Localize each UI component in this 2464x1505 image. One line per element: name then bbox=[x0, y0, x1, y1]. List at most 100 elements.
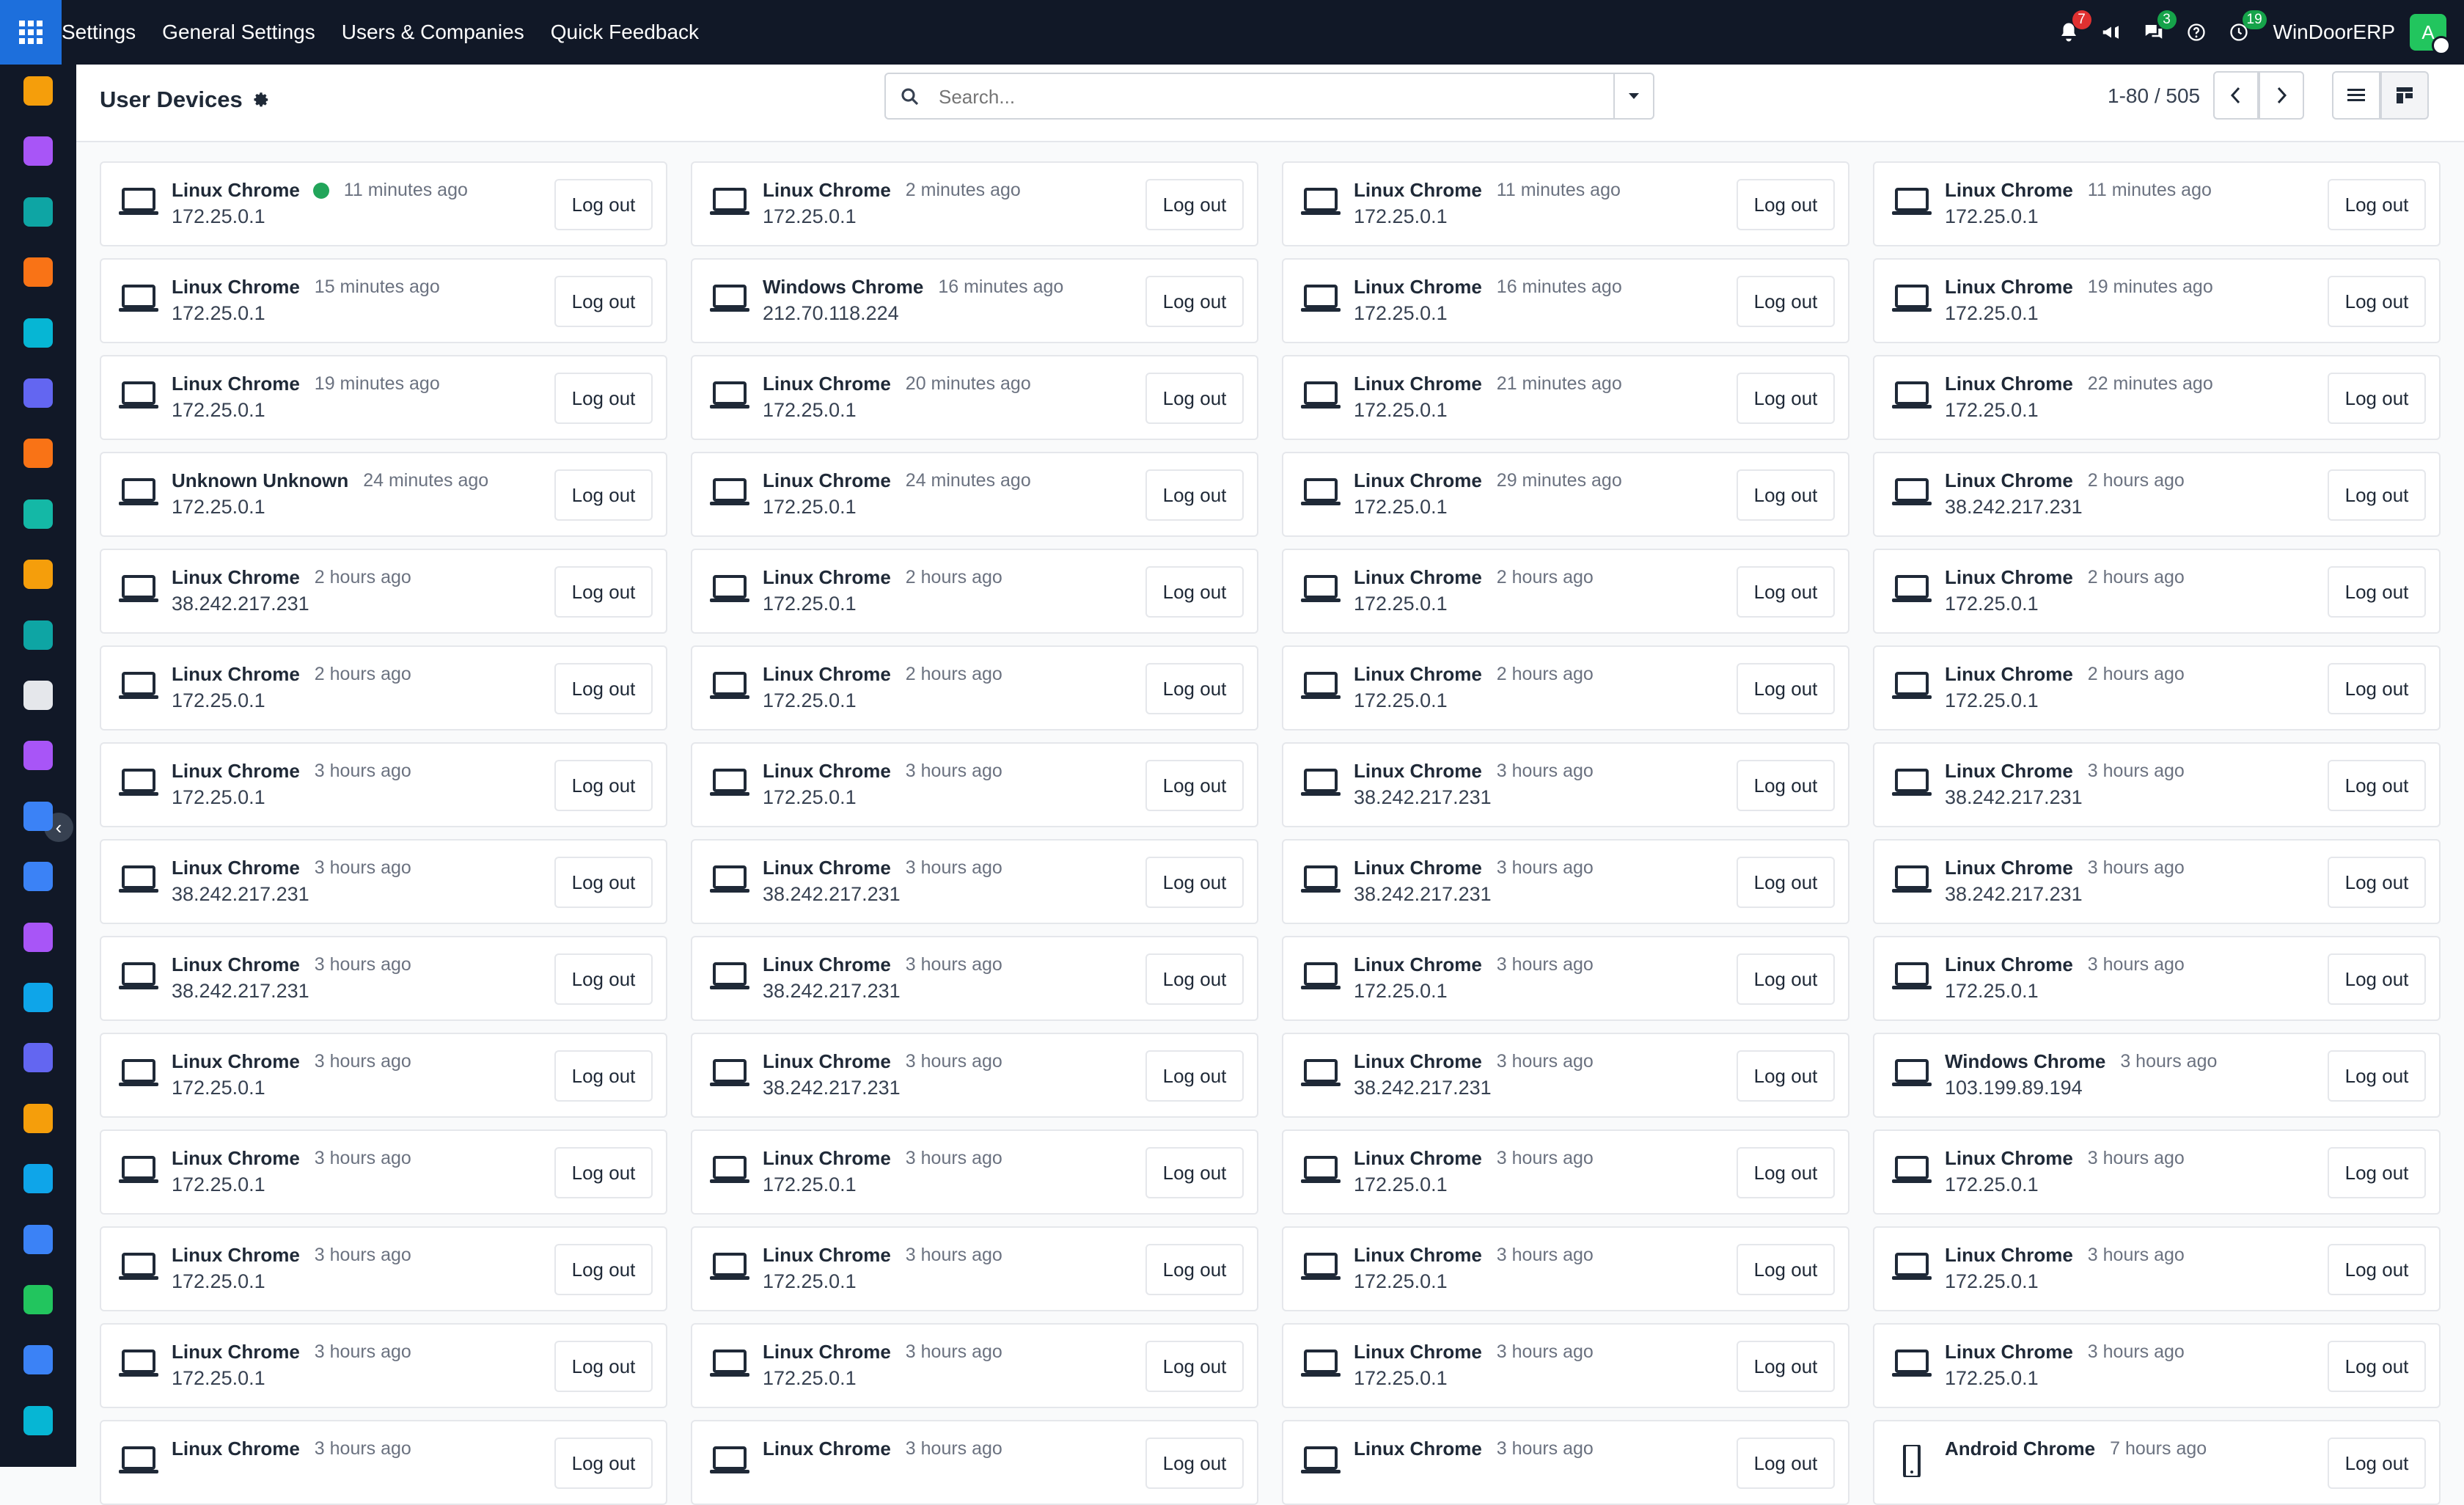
activity-button[interactable]: 19 bbox=[2218, 0, 2267, 65]
device-card[interactable]: Linux Chrome 3 hours ago 172.25.0.1 Log out bbox=[1282, 1226, 1849, 1311]
logout-button[interactable]: Log out bbox=[1145, 276, 1244, 327]
kanban-view-button[interactable] bbox=[2380, 71, 2429, 120]
logout-button[interactable]: Log out bbox=[554, 373, 653, 424]
menu-quick-feedback[interactable]: Quick Feedback bbox=[551, 21, 699, 44]
calendar-icon[interactable] bbox=[23, 1103, 53, 1133]
logout-button[interactable]: Log out bbox=[554, 1341, 653, 1392]
device-card[interactable]: Linux Chrome 2 hours ago 172.25.0.1 Log out bbox=[1282, 645, 1849, 730]
search-input[interactable] bbox=[937, 81, 1571, 112]
logout-button[interactable]: Log out bbox=[2328, 276, 2426, 327]
logout-button[interactable]: Log out bbox=[2328, 1244, 2426, 1295]
link-icon[interactable] bbox=[23, 318, 53, 348]
chat-icon[interactable] bbox=[23, 439, 53, 469]
device-card[interactable]: Linux Chrome 3 hours ago 172.25.0.1 Log out bbox=[1873, 936, 2441, 1021]
device-card[interactable]: Linux Chrome 3 hours ago Log out bbox=[1282, 1420, 1849, 1505]
logout-button[interactable]: Log out bbox=[554, 953, 653, 1005]
logout-button[interactable]: Log out bbox=[2328, 373, 2426, 424]
team-icon[interactable] bbox=[23, 1043, 53, 1073]
logout-button[interactable]: Log out bbox=[1145, 1244, 1244, 1295]
inventory-icon[interactable] bbox=[23, 499, 53, 529]
logout-button[interactable]: Log out bbox=[554, 276, 653, 327]
device-card[interactable]: Linux Chrome 3 hours ago 172.25.0.1 Log out bbox=[1873, 1129, 2441, 1215]
device-card[interactable]: Linux Chrome 19 minutes ago 172.25.0.1 Log … bbox=[100, 355, 667, 440]
device-card[interactable]: Linux Chrome 3 hours ago 38.242.217.231 Log… bbox=[1873, 742, 2441, 827]
product-icon[interactable] bbox=[23, 922, 53, 952]
device-card[interactable]: Linux Chrome 2 hours ago 172.25.0.1 Log out bbox=[1873, 645, 2441, 730]
logout-button[interactable]: Log out bbox=[554, 1438, 653, 1489]
device-card[interactable]: Linux Chrome 3 hours ago 38.242.217.231 Log… bbox=[691, 936, 1258, 1021]
logout-button[interactable]: Log out bbox=[1145, 179, 1244, 230]
device-card[interactable]: Linux Chrome 3 hours ago 172.25.0.1 Log out bbox=[100, 1226, 667, 1311]
device-card[interactable]: Linux Chrome 3 hours ago 172.25.0.1 Log out bbox=[100, 1323, 667, 1408]
search-options-toggle[interactable] bbox=[1613, 74, 1653, 118]
logout-button[interactable]: Log out bbox=[2328, 953, 2426, 1005]
discuss-icon[interactable] bbox=[23, 257, 53, 288]
package-icon[interactable] bbox=[23, 681, 53, 710]
logout-button[interactable]: Log out bbox=[2328, 1050, 2426, 1102]
logout-button[interactable]: Log out bbox=[1737, 1438, 1835, 1489]
device-card[interactable]: Linux Chrome 24 minutes ago 172.25.0.1 Log … bbox=[691, 452, 1258, 537]
logout-button[interactable]: Log out bbox=[1737, 1050, 1835, 1102]
app-menu-button[interactable] bbox=[0, 0, 62, 65]
logout-button[interactable]: Log out bbox=[1737, 469, 1835, 521]
device-card[interactable]: Linux Chrome 3 hours ago 172.25.0.1 Log out bbox=[691, 1323, 1258, 1408]
logout-button[interactable]: Log out bbox=[1737, 663, 1835, 714]
device-card[interactable]: Linux Chrome 3 hours ago 38.242.217.231 Log… bbox=[691, 1033, 1258, 1118]
device-card[interactable]: Linux Chrome 3 hours ago 172.25.0.1 Log out bbox=[1282, 1323, 1849, 1408]
logout-button[interactable]: Log out bbox=[2328, 179, 2426, 230]
logout-button[interactable]: Log out bbox=[1145, 1341, 1244, 1392]
device-card[interactable]: Linux Chrome 2 hours ago 172.25.0.1 Log out bbox=[100, 645, 667, 730]
logout-button[interactable]: Log out bbox=[1737, 1341, 1835, 1392]
device-card[interactable]: Linux Chrome 3 hours ago 38.242.217.231 Log… bbox=[100, 936, 667, 1021]
logout-button[interactable]: Log out bbox=[1737, 953, 1835, 1005]
announcements-button[interactable] bbox=[2090, 0, 2133, 65]
sync-icon[interactable] bbox=[23, 1405, 53, 1435]
device-card[interactable]: Linux Chrome 3 hours ago 38.242.217.231 Log… bbox=[100, 839, 667, 924]
sign-icon[interactable] bbox=[23, 1164, 53, 1194]
logout-button[interactable]: Log out bbox=[1145, 1050, 1244, 1102]
logout-button[interactable]: Log out bbox=[554, 857, 653, 908]
device-card[interactable]: Linux Chrome 3 hours ago 172.25.0.1 Log out bbox=[1282, 1129, 1849, 1215]
logout-button[interactable]: Log out bbox=[1737, 1244, 1835, 1295]
device-card[interactable]: Linux Chrome 11 minutes ago 172.25.0.1 Log … bbox=[100, 161, 667, 246]
helpdesk-icon[interactable] bbox=[23, 862, 53, 892]
logout-button[interactable]: Log out bbox=[554, 469, 653, 521]
reports-icon[interactable] bbox=[23, 560, 53, 590]
device-card[interactable]: Linux Chrome 16 minutes ago 172.25.0.1 Log … bbox=[1282, 258, 1849, 343]
menu-settings[interactable]: Settings bbox=[62, 21, 136, 44]
logout-button[interactable]: Log out bbox=[1145, 760, 1244, 811]
logout-button[interactable]: Log out bbox=[1145, 566, 1244, 618]
studio-icon[interactable] bbox=[23, 136, 53, 166]
device-card[interactable]: Linux Chrome 3 hours ago 38.242.217.231 Log… bbox=[1282, 839, 1849, 924]
user-avatar[interactable]: A bbox=[2410, 14, 2451, 55]
logout-button[interactable]: Log out bbox=[554, 566, 653, 618]
device-card[interactable]: Linux Chrome 3 hours ago 172.25.0.1 Log out bbox=[691, 1226, 1258, 1311]
logout-button[interactable]: Log out bbox=[1737, 566, 1835, 618]
logout-button[interactable]: Log out bbox=[1145, 663, 1244, 714]
logout-button[interactable]: Log out bbox=[1737, 276, 1835, 327]
device-card[interactable]: Linux Chrome 22 minutes ago 172.25.0.1 Log … bbox=[1873, 355, 2441, 440]
logout-button[interactable]: Log out bbox=[1145, 469, 1244, 521]
logout-button[interactable]: Log out bbox=[1737, 760, 1835, 811]
pager-next-button[interactable] bbox=[2259, 71, 2304, 120]
logout-button[interactable]: Log out bbox=[1145, 373, 1244, 424]
logout-button[interactable]: Log out bbox=[1145, 1438, 1244, 1489]
device-card[interactable]: Linux Chrome 3 hours ago Log out bbox=[100, 1420, 667, 1505]
device-card[interactable]: Linux Chrome 2 hours ago 38.242.217.231 Log… bbox=[1873, 452, 2441, 537]
device-card[interactable]: Windows Chrome 3 hours ago 103.199.89.194 L… bbox=[1873, 1033, 2441, 1118]
notifications-button[interactable]: 7 bbox=[2047, 0, 2091, 65]
pager-value[interactable]: 1-80 / 505 bbox=[2108, 84, 2200, 108]
device-card[interactable]: Linux Chrome 19 minutes ago 172.25.0.1 Log … bbox=[1873, 258, 2441, 343]
logout-button[interactable]: Log out bbox=[1737, 179, 1835, 230]
dashboards-icon[interactable] bbox=[23, 1224, 53, 1254]
logout-button[interactable]: Log out bbox=[1145, 953, 1244, 1005]
device-card[interactable]: Linux Chrome 3 hours ago 172.25.0.1 Log out bbox=[1873, 1226, 2441, 1311]
dashboard-icon[interactable] bbox=[23, 76, 53, 106]
device-card[interactable]: Linux Chrome 2 hours ago 172.25.0.1 Log out bbox=[691, 549, 1258, 634]
device-card[interactable]: Linux Chrome 3 hours ago Log out bbox=[691, 1420, 1258, 1505]
device-card[interactable]: Linux Chrome 2 hours ago 172.25.0.1 Log out bbox=[691, 645, 1258, 730]
contacts-icon[interactable] bbox=[23, 197, 53, 227]
logout-button[interactable]: Log out bbox=[2328, 469, 2426, 521]
device-card[interactable]: Linux Chrome 15 minutes ago 172.25.0.1 Log … bbox=[100, 258, 667, 343]
device-card[interactable]: Linux Chrome 3 hours ago 38.242.217.231 Log… bbox=[1873, 839, 2441, 924]
